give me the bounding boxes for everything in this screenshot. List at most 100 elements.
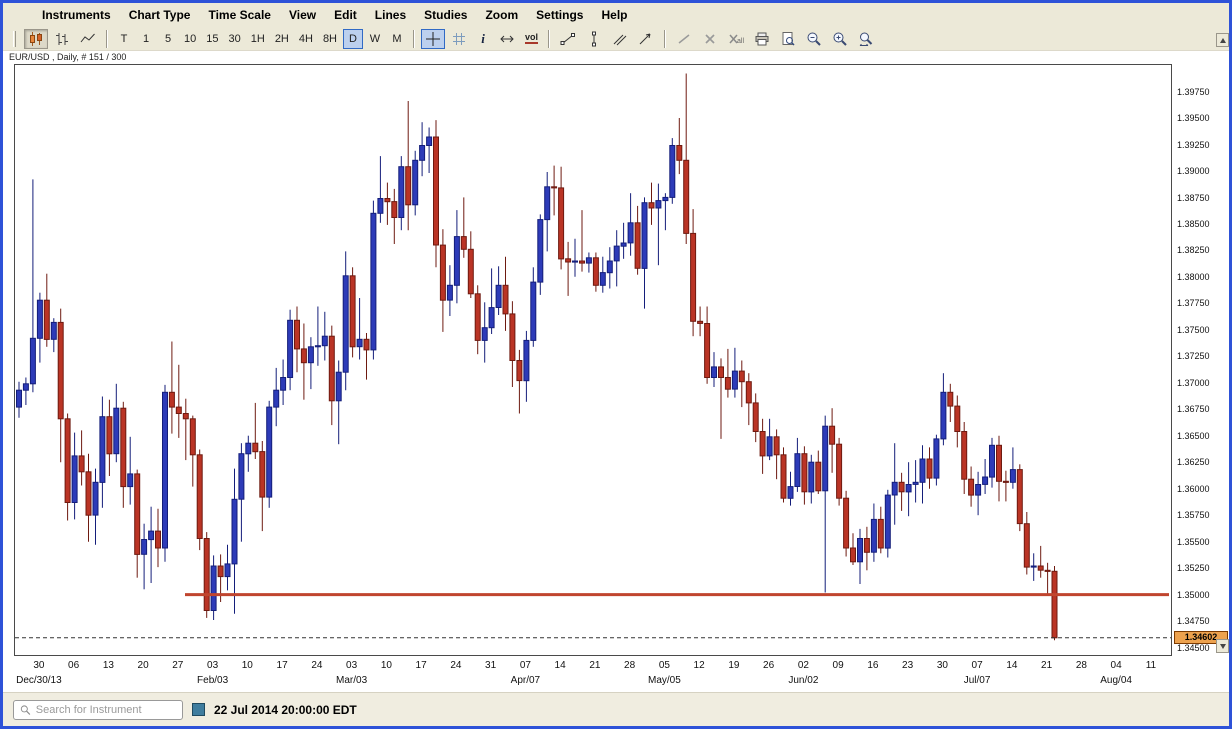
zoom-in-icon xyxy=(832,31,848,47)
menu-item-studies[interactable]: Studies xyxy=(415,5,476,25)
candle-body xyxy=(322,336,327,346)
toolbar-grip[interactable] xyxy=(13,31,16,47)
candle-body xyxy=(955,406,960,431)
interval-button-w[interactable]: W xyxy=(365,29,385,49)
candle-body xyxy=(58,322,63,418)
line-chart-icon xyxy=(80,31,96,47)
candle-body xyxy=(962,432,967,480)
zoom-out-button[interactable] xyxy=(802,29,826,49)
menu-item-view[interactable]: View xyxy=(280,5,325,25)
volume-button[interactable]: vol xyxy=(521,29,542,49)
toolbar-separator xyxy=(106,30,108,48)
interval-button-d[interactable]: D xyxy=(343,29,363,49)
candle-body xyxy=(670,146,675,198)
remove-selected-button[interactable] xyxy=(698,29,722,49)
candle-body xyxy=(698,321,703,323)
menu-item-lines[interactable]: Lines xyxy=(366,5,415,25)
menu-item-instruments[interactable]: Instruments xyxy=(33,5,120,25)
price-axis-label: 1.34750 xyxy=(1177,616,1210,626)
price-axis-label: 1.38750 xyxy=(1177,193,1210,203)
interval-button-2h[interactable]: 2H xyxy=(271,29,293,49)
interval-button-t[interactable]: T xyxy=(114,29,134,49)
channel-tool-button[interactable] xyxy=(608,29,632,49)
menu-bar: InstrumentsChart TypeTime ScaleViewEditL… xyxy=(3,3,1229,27)
candle-body xyxy=(927,459,932,478)
candle-body xyxy=(858,539,863,562)
search-input[interactable] xyxy=(36,704,176,716)
candle-body xyxy=(830,426,835,444)
chart-type-line-button[interactable] xyxy=(76,29,100,49)
candle-body xyxy=(510,314,515,361)
zoom-in-button[interactable] xyxy=(828,29,852,49)
price-axis-label: 1.37500 xyxy=(1177,325,1210,335)
candle-body xyxy=(128,474,133,487)
down-arrow-icon xyxy=(1220,644,1226,649)
remove-line-button[interactable] xyxy=(672,29,696,49)
x-axis-date-label: 14 xyxy=(555,660,566,671)
candle-body xyxy=(475,294,480,341)
interval-button-10[interactable]: 10 xyxy=(180,29,200,49)
candle-body xyxy=(37,300,42,338)
interval-button-5[interactable]: 5 xyxy=(158,29,178,49)
x-axis-date-label: 11 xyxy=(1146,660,1156,671)
scroll-down-button[interactable] xyxy=(1216,639,1229,653)
chart-type-candlestick-button[interactable] xyxy=(24,29,48,49)
candle-body xyxy=(573,261,578,262)
candle-body xyxy=(593,258,598,286)
volume-icon: vol xyxy=(525,33,538,45)
candle-body xyxy=(871,519,876,552)
menu-item-time-scale[interactable]: Time Scale xyxy=(199,5,279,25)
candle-body xyxy=(566,259,571,262)
search-icon xyxy=(20,704,31,716)
ray-tool-button[interactable] xyxy=(634,29,658,49)
candle-body xyxy=(163,392,168,548)
vertical-line-tool-button[interactable] xyxy=(582,29,606,49)
candle-body xyxy=(760,432,765,456)
candle-body xyxy=(545,187,550,220)
candle-body xyxy=(677,146,682,161)
remove-all-button[interactable]: all xyxy=(724,29,748,49)
up-arrow-icon xyxy=(1220,38,1226,43)
x-axis-date-label: 28 xyxy=(1076,660,1087,671)
zoom-reset-button[interactable] xyxy=(854,29,878,49)
trend-line-tool-button[interactable] xyxy=(556,29,580,49)
grid-button[interactable] xyxy=(447,29,471,49)
interval-button-1h[interactable]: 1H xyxy=(247,29,269,49)
candle-body xyxy=(308,347,313,363)
search-box[interactable] xyxy=(13,700,183,720)
scroll-up-button[interactable] xyxy=(1216,33,1229,47)
info-button[interactable]: i xyxy=(473,29,493,49)
x-axis-date-label: 14 xyxy=(1006,660,1017,671)
horizontal-scale-button[interactable] xyxy=(495,29,519,49)
interval-button-4h[interactable]: 4H xyxy=(295,29,317,49)
candle-body xyxy=(1010,470,1015,483)
x-axis-date-label: 10 xyxy=(381,660,392,671)
horizontal-arrows-icon xyxy=(499,31,515,47)
candle-body xyxy=(350,276,355,347)
candle-body xyxy=(1045,570,1050,571)
interval-button-m[interactable]: M xyxy=(387,29,407,49)
menu-item-help[interactable]: Help xyxy=(592,5,636,25)
menu-item-edit[interactable]: Edit xyxy=(325,5,366,25)
interval-button-30[interactable]: 30 xyxy=(225,29,245,49)
print-button[interactable] xyxy=(750,29,774,49)
print-preview-button[interactable] xyxy=(776,29,800,49)
chart-type-bars-button[interactable] xyxy=(50,29,74,49)
menu-item-zoom[interactable]: Zoom xyxy=(476,5,527,25)
menu-item-settings[interactable]: Settings xyxy=(527,5,592,25)
candle-body xyxy=(538,220,543,283)
candle-body xyxy=(364,339,369,350)
interval-button-15[interactable]: 15 xyxy=(202,29,222,49)
x-axis: 3006132027031017240310172431071421280512… xyxy=(14,658,1172,692)
candle-body xyxy=(378,199,383,214)
candlestick-icon xyxy=(28,31,44,47)
candle-body xyxy=(906,485,911,492)
chart-plot[interactable] xyxy=(14,64,1172,656)
trend-line-icon xyxy=(560,31,576,47)
interval-button-1[interactable]: 1 xyxy=(136,29,156,49)
crosshair-button[interactable] xyxy=(421,29,445,49)
menu-item-chart-type[interactable]: Chart Type xyxy=(120,5,200,25)
x-axis-date-label: 02 xyxy=(798,660,809,671)
candle-body xyxy=(427,137,432,146)
interval-button-8h[interactable]: 8H xyxy=(319,29,341,49)
